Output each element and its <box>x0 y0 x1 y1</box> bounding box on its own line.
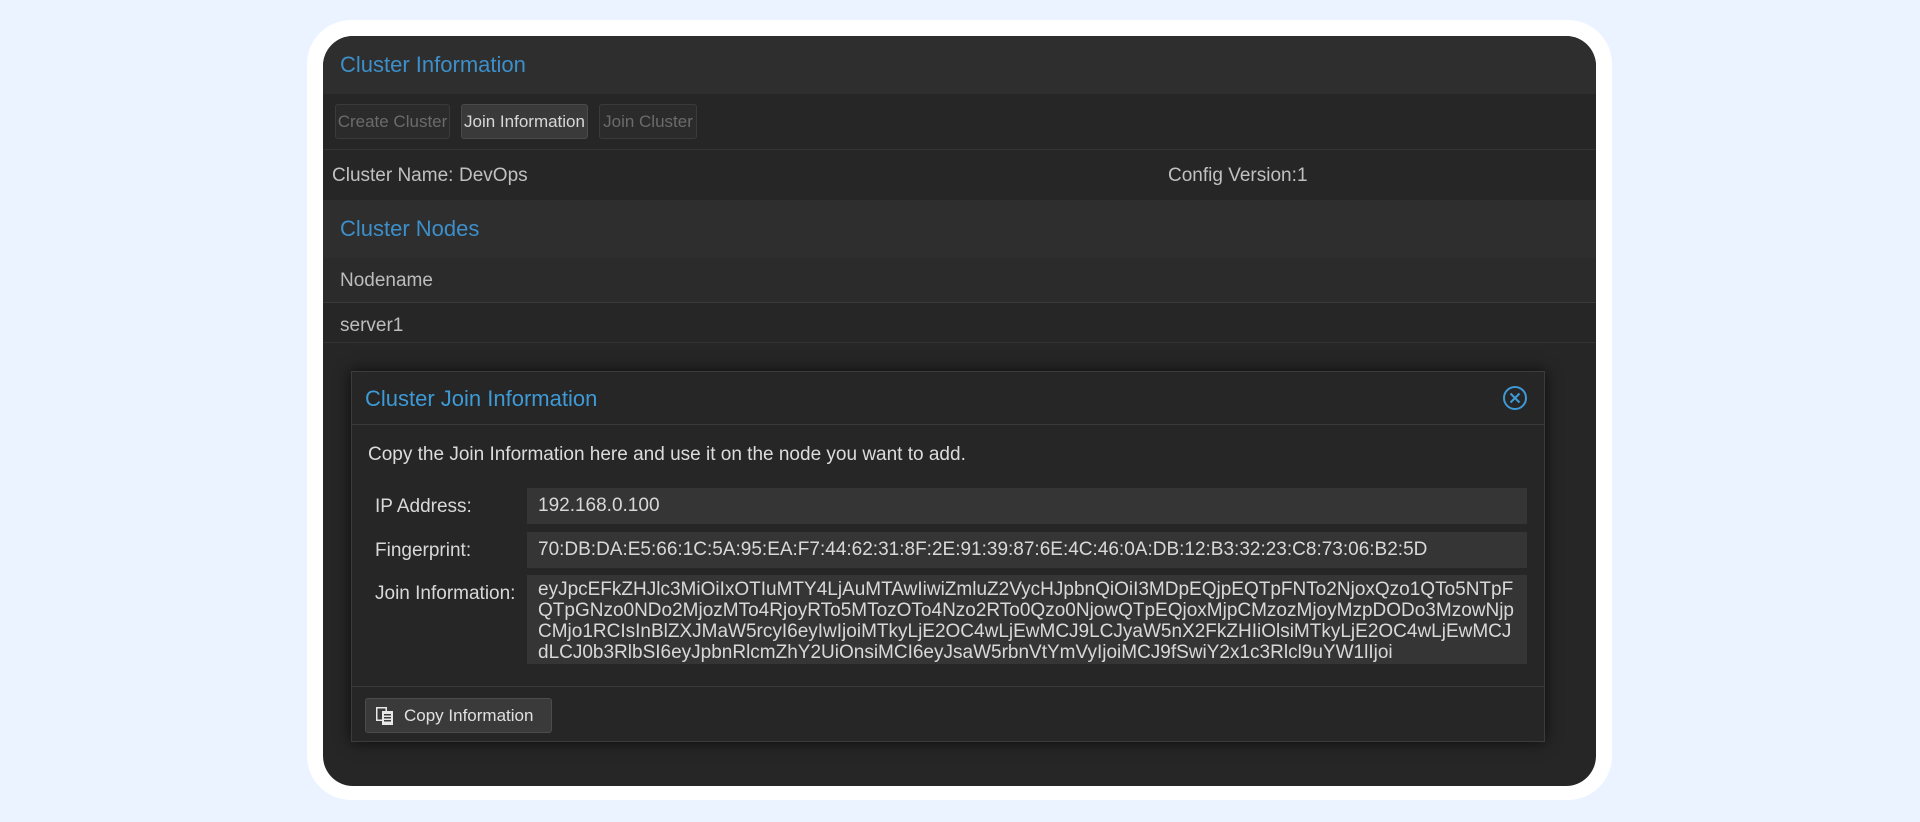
cluster-info-title: Cluster Information <box>340 52 526 77</box>
cluster-toolbar: Create Cluster Join Information Join Clu… <box>323 94 1596 150</box>
cluster-info-row: Cluster Name: DevOps Config Version: 1 <box>323 150 1596 200</box>
create-cluster-button[interactable]: Create Cluster <box>335 104 450 139</box>
join-information-textarea[interactable]: eyJpcEFkZHJlc3MiOiIxOTIuMTY4LjAuMTAwIiwi… <box>527 575 1527 664</box>
join-information-label: Join Information: <box>375 583 516 604</box>
fingerprint-field[interactable]: 70:DB:DA:E5:66:1C:5A:95:EA:F7:44:62:31:8… <box>527 532 1527 568</box>
dialog-header: Cluster Join Information <box>352 372 1544 425</box>
ip-address-label: IP Address: <box>375 496 472 517</box>
copy-icon <box>376 706 393 725</box>
join-info-dialog: Cluster Join Information Copy the Join I… <box>351 371 1545 742</box>
cluster-name-value: DevOps <box>459 165 528 186</box>
nodename-column-header[interactable]: Nodename <box>340 270 433 292</box>
copy-information-button[interactable]: Copy Information <box>365 698 552 733</box>
cluster-nodes-header: Cluster Nodes <box>323 200 1596 258</box>
close-icon[interactable] <box>1502 385 1528 411</box>
ip-address-field[interactable]: 192.168.0.100 <box>527 488 1527 524</box>
config-version-value: 1 <box>1297 165 1308 186</box>
cluster-info-header: Cluster Information <box>323 36 1596 94</box>
table-row[interactable]: server1 <box>323 303 1596 343</box>
join-cluster-button[interactable]: Join Cluster <box>599 104 697 139</box>
dialog-title: Cluster Join Information <box>365 386 598 411</box>
cluster-name-label: Cluster Name: <box>332 165 454 186</box>
dialog-footer: Copy Information <box>352 686 1544 742</box>
join-information-button[interactable]: Join Information <box>461 104 588 139</box>
node-name-cell: server1 <box>340 315 404 336</box>
dialog-description: Copy the Join Information here and use i… <box>368 444 966 465</box>
copy-information-label: Copy Information <box>404 705 534 725</box>
cluster-nodes-title: Cluster Nodes <box>340 216 480 241</box>
config-version-label: Config Version: <box>1168 165 1297 186</box>
nodes-grid-header: Nodename <box>323 258 1596 303</box>
fingerprint-label: Fingerprint: <box>375 540 472 561</box>
